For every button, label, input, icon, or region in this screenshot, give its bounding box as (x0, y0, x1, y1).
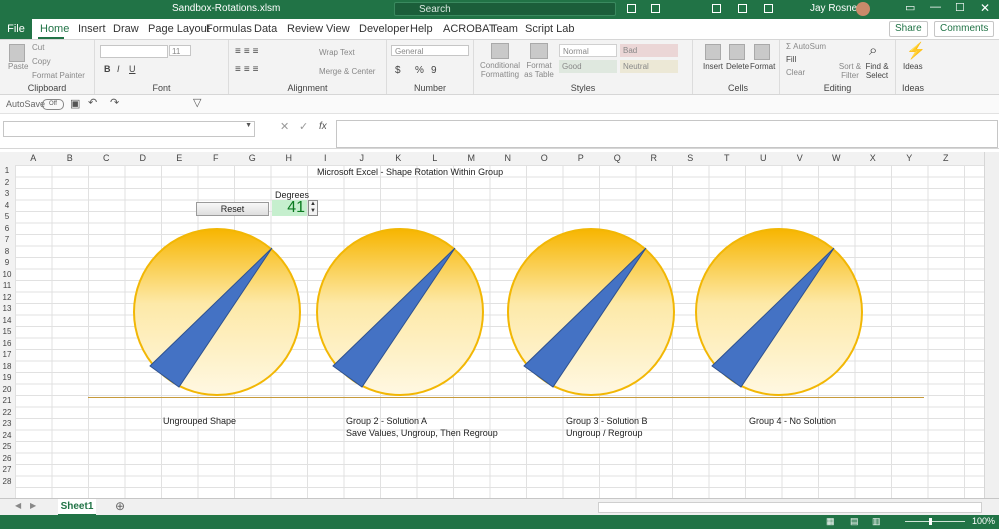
caption-group-2-detail: Save Values, Ungroup, Then Regroup (346, 428, 498, 438)
zoom-slider-thumb[interactable] (929, 518, 932, 525)
prev-sheet-icon[interactable]: ◀ (15, 501, 21, 510)
sheet-tab-bar: ◀ ▶ Sheet1 ⊕ (0, 498, 999, 516)
add-sheet-icon[interactable]: ⊕ (115, 499, 125, 513)
baseline-rule (88, 397, 924, 398)
normal-view-icon[interactable]: ▦ (826, 516, 835, 527)
dial-ungrouped[interactable] (133, 228, 301, 396)
dial-group-4[interactable] (695, 228, 863, 396)
caption-group-4: Group 4 - No Solution (749, 416, 837, 426)
caption-group-2: Group 2 - Solution A (346, 416, 428, 426)
caption-ungrouped: Ungrouped Shape (163, 416, 237, 426)
caption-group-3-detail: Ungroup / Regroup (566, 428, 643, 438)
dial-group-2[interactable] (316, 228, 484, 396)
dial-shapes (133, 228, 863, 396)
page-layout-view-icon[interactable]: ▤ (850, 516, 859, 527)
zoom-level[interactable]: 100% (972, 516, 995, 526)
caption-group-3: Group 3 - Solution B (566, 416, 648, 426)
zoom-slider[interactable] (905, 521, 965, 522)
sheet-tab-sheet1[interactable]: Sheet1 (58, 499, 96, 516)
page-break-view-icon[interactable]: ▥ (872, 516, 881, 527)
horizontal-scrollbar[interactable] (598, 502, 982, 513)
next-sheet-icon[interactable]: ▶ (30, 501, 36, 510)
status-bar: ▦ ▤ ▥ 100% (0, 515, 999, 529)
dial-group-3[interactable] (507, 228, 675, 396)
